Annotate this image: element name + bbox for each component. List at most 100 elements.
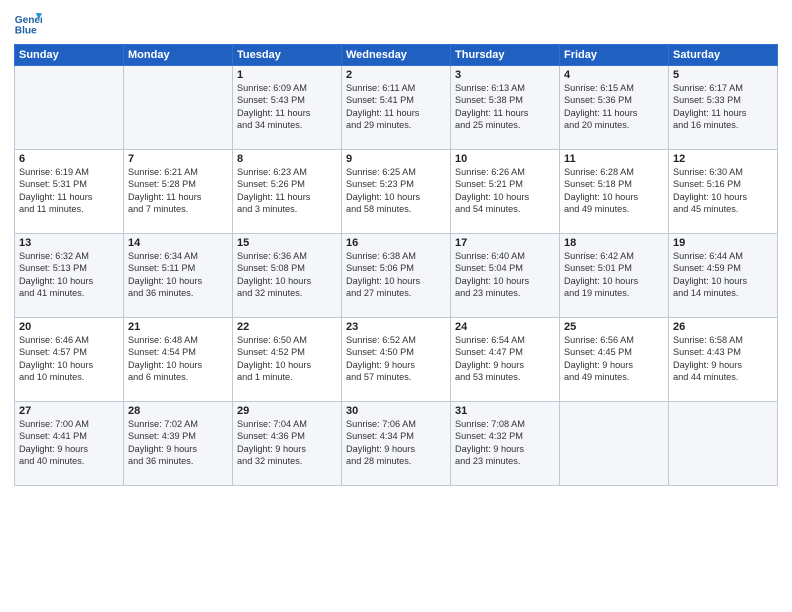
- day-info: Sunrise: 7:02 AM Sunset: 4:39 PM Dayligh…: [128, 418, 228, 468]
- day-info: Sunrise: 7:08 AM Sunset: 4:32 PM Dayligh…: [455, 418, 555, 468]
- day-info: Sunrise: 6:26 AM Sunset: 5:21 PM Dayligh…: [455, 166, 555, 216]
- day-number: 11: [564, 153, 664, 165]
- calendar-cell: 28Sunrise: 7:02 AM Sunset: 4:39 PM Dayli…: [124, 402, 233, 486]
- calendar-cell: 1Sunrise: 6:09 AM Sunset: 5:43 PM Daylig…: [233, 66, 342, 150]
- calendar-week-row: 13Sunrise: 6:32 AM Sunset: 5:13 PM Dayli…: [15, 234, 778, 318]
- calendar-cell: 9Sunrise: 6:25 AM Sunset: 5:23 PM Daylig…: [342, 150, 451, 234]
- day-info: Sunrise: 6:32 AM Sunset: 5:13 PM Dayligh…: [19, 250, 119, 300]
- calendar-cell: 17Sunrise: 6:40 AM Sunset: 5:04 PM Dayli…: [451, 234, 560, 318]
- calendar-cell: 21Sunrise: 6:48 AM Sunset: 4:54 PM Dayli…: [124, 318, 233, 402]
- day-info: Sunrise: 6:44 AM Sunset: 4:59 PM Dayligh…: [673, 250, 773, 300]
- calendar-cell: 20Sunrise: 6:46 AM Sunset: 4:57 PM Dayli…: [15, 318, 124, 402]
- calendar-cell: 14Sunrise: 6:34 AM Sunset: 5:11 PM Dayli…: [124, 234, 233, 318]
- calendar-cell: 8Sunrise: 6:23 AM Sunset: 5:26 PM Daylig…: [233, 150, 342, 234]
- day-info: Sunrise: 6:28 AM Sunset: 5:18 PM Dayligh…: [564, 166, 664, 216]
- day-number: 6: [19, 153, 119, 165]
- day-info: Sunrise: 7:04 AM Sunset: 4:36 PM Dayligh…: [237, 418, 337, 468]
- day-info: Sunrise: 6:48 AM Sunset: 4:54 PM Dayligh…: [128, 334, 228, 384]
- calendar-cell: 26Sunrise: 6:58 AM Sunset: 4:43 PM Dayli…: [669, 318, 778, 402]
- day-number: 15: [237, 237, 337, 249]
- calendar-cell: 30Sunrise: 7:06 AM Sunset: 4:34 PM Dayli…: [342, 402, 451, 486]
- calendar-cell: 19Sunrise: 6:44 AM Sunset: 4:59 PM Dayli…: [669, 234, 778, 318]
- day-number: 16: [346, 237, 446, 249]
- calendar-cell: 16Sunrise: 6:38 AM Sunset: 5:06 PM Dayli…: [342, 234, 451, 318]
- day-number: 10: [455, 153, 555, 165]
- day-info: Sunrise: 6:54 AM Sunset: 4:47 PM Dayligh…: [455, 334, 555, 384]
- day-number: 7: [128, 153, 228, 165]
- day-number: 9: [346, 153, 446, 165]
- calendar-table: SundayMondayTuesdayWednesdayThursdayFrid…: [14, 44, 778, 486]
- weekday-label: Monday: [124, 45, 233, 66]
- day-number: 14: [128, 237, 228, 249]
- day-info: Sunrise: 6:56 AM Sunset: 4:45 PM Dayligh…: [564, 334, 664, 384]
- day-info: Sunrise: 6:09 AM Sunset: 5:43 PM Dayligh…: [237, 82, 337, 132]
- weekday-label: Tuesday: [233, 45, 342, 66]
- day-number: 27: [19, 405, 119, 417]
- day-info: Sunrise: 6:23 AM Sunset: 5:26 PM Dayligh…: [237, 166, 337, 216]
- day-number: 5: [673, 69, 773, 81]
- calendar-cell: 24Sunrise: 6:54 AM Sunset: 4:47 PM Dayli…: [451, 318, 560, 402]
- calendar-cell: 10Sunrise: 6:26 AM Sunset: 5:21 PM Dayli…: [451, 150, 560, 234]
- calendar-cell: 18Sunrise: 6:42 AM Sunset: 5:01 PM Dayli…: [560, 234, 669, 318]
- day-info: Sunrise: 6:34 AM Sunset: 5:11 PM Dayligh…: [128, 250, 228, 300]
- day-info: Sunrise: 6:52 AM Sunset: 4:50 PM Dayligh…: [346, 334, 446, 384]
- day-info: Sunrise: 6:30 AM Sunset: 5:16 PM Dayligh…: [673, 166, 773, 216]
- calendar-cell: [669, 402, 778, 486]
- weekday-header-row: SundayMondayTuesdayWednesdayThursdayFrid…: [15, 45, 778, 66]
- calendar-week-row: 20Sunrise: 6:46 AM Sunset: 4:57 PM Dayli…: [15, 318, 778, 402]
- calendar-cell: 12Sunrise: 6:30 AM Sunset: 5:16 PM Dayli…: [669, 150, 778, 234]
- svg-text:Blue: Blue: [15, 25, 37, 36]
- day-number: 12: [673, 153, 773, 165]
- day-number: 13: [19, 237, 119, 249]
- day-number: 1: [237, 69, 337, 81]
- calendar-cell: 23Sunrise: 6:52 AM Sunset: 4:50 PM Dayli…: [342, 318, 451, 402]
- day-info: Sunrise: 6:46 AM Sunset: 4:57 PM Dayligh…: [19, 334, 119, 384]
- page-header: General Blue: [14, 10, 778, 38]
- calendar-week-row: 6Sunrise: 6:19 AM Sunset: 5:31 PM Daylig…: [15, 150, 778, 234]
- day-number: 30: [346, 405, 446, 417]
- calendar-cell: 22Sunrise: 6:50 AM Sunset: 4:52 PM Dayli…: [233, 318, 342, 402]
- day-number: 2: [346, 69, 446, 81]
- calendar-cell: 27Sunrise: 7:00 AM Sunset: 4:41 PM Dayli…: [15, 402, 124, 486]
- weekday-label: Wednesday: [342, 45, 451, 66]
- day-number: 31: [455, 405, 555, 417]
- calendar-cell: 29Sunrise: 7:04 AM Sunset: 4:36 PM Dayli…: [233, 402, 342, 486]
- logo-icon: General Blue: [14, 10, 42, 38]
- day-number: 21: [128, 321, 228, 333]
- calendar-cell: 31Sunrise: 7:08 AM Sunset: 4:32 PM Dayli…: [451, 402, 560, 486]
- day-info: Sunrise: 7:06 AM Sunset: 4:34 PM Dayligh…: [346, 418, 446, 468]
- day-info: Sunrise: 6:17 AM Sunset: 5:33 PM Dayligh…: [673, 82, 773, 132]
- day-info: Sunrise: 6:42 AM Sunset: 5:01 PM Dayligh…: [564, 250, 664, 300]
- calendar-cell: 3Sunrise: 6:13 AM Sunset: 5:38 PM Daylig…: [451, 66, 560, 150]
- day-number: 8: [237, 153, 337, 165]
- day-info: Sunrise: 6:40 AM Sunset: 5:04 PM Dayligh…: [455, 250, 555, 300]
- calendar-body: 1Sunrise: 6:09 AM Sunset: 5:43 PM Daylig…: [15, 66, 778, 486]
- calendar-cell: 7Sunrise: 6:21 AM Sunset: 5:28 PM Daylig…: [124, 150, 233, 234]
- calendar-cell: 25Sunrise: 6:56 AM Sunset: 4:45 PM Dayli…: [560, 318, 669, 402]
- weekday-label: Sunday: [15, 45, 124, 66]
- calendar-week-row: 1Sunrise: 6:09 AM Sunset: 5:43 PM Daylig…: [15, 66, 778, 150]
- day-info: Sunrise: 6:38 AM Sunset: 5:06 PM Dayligh…: [346, 250, 446, 300]
- day-info: Sunrise: 6:15 AM Sunset: 5:36 PM Dayligh…: [564, 82, 664, 132]
- calendar-cell: 4Sunrise: 6:15 AM Sunset: 5:36 PM Daylig…: [560, 66, 669, 150]
- day-number: 19: [673, 237, 773, 249]
- weekday-label: Thursday: [451, 45, 560, 66]
- day-info: Sunrise: 6:36 AM Sunset: 5:08 PM Dayligh…: [237, 250, 337, 300]
- day-number: 29: [237, 405, 337, 417]
- calendar-cell: 2Sunrise: 6:11 AM Sunset: 5:41 PM Daylig…: [342, 66, 451, 150]
- calendar-cell: 6Sunrise: 6:19 AM Sunset: 5:31 PM Daylig…: [15, 150, 124, 234]
- day-info: Sunrise: 6:11 AM Sunset: 5:41 PM Dayligh…: [346, 82, 446, 132]
- logo: General Blue: [14, 10, 42, 38]
- day-info: Sunrise: 6:58 AM Sunset: 4:43 PM Dayligh…: [673, 334, 773, 384]
- day-number: 28: [128, 405, 228, 417]
- day-number: 3: [455, 69, 555, 81]
- day-number: 26: [673, 321, 773, 333]
- calendar-cell: 13Sunrise: 6:32 AM Sunset: 5:13 PM Dayli…: [15, 234, 124, 318]
- calendar-week-row: 27Sunrise: 7:00 AM Sunset: 4:41 PM Dayli…: [15, 402, 778, 486]
- day-number: 24: [455, 321, 555, 333]
- weekday-label: Friday: [560, 45, 669, 66]
- day-number: 18: [564, 237, 664, 249]
- day-number: 22: [237, 321, 337, 333]
- day-number: 20: [19, 321, 119, 333]
- calendar-cell: 5Sunrise: 6:17 AM Sunset: 5:33 PM Daylig…: [669, 66, 778, 150]
